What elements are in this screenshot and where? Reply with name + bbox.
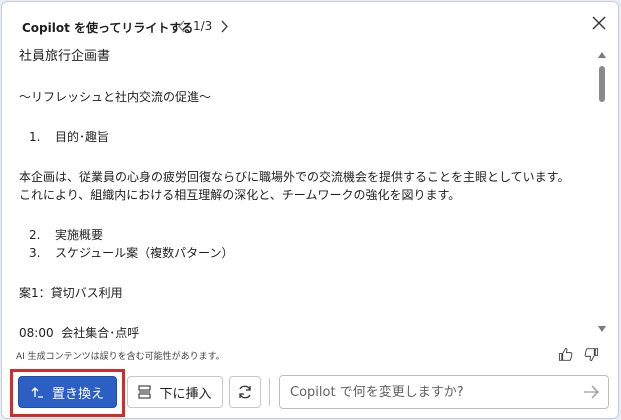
section-number: 1. (29, 130, 41, 144)
schedule-time: 08:00 (19, 326, 54, 339)
insert-below-icon (138, 385, 152, 399)
scroll-up-button[interactable] (597, 50, 607, 60)
section-label: スケジュール案（複数パターン） (55, 246, 234, 260)
panel-title: Copilot を使ってリライトする (22, 21, 194, 35)
send-arrow-icon (584, 385, 599, 399)
body-paragraph-line: 本企画は、従業員の心身の疲労回復ならびに職場外での交流機会を提供することを主眼と… (19, 170, 570, 184)
document-title: 社員旅行企画書 (19, 49, 111, 64)
toolbar-divider (269, 378, 270, 406)
caret-down-icon (598, 326, 606, 332)
prompt-box (279, 375, 609, 409)
suggestion-navigator: 1/3 (172, 15, 233, 37)
thumbs-up-icon (558, 347, 572, 361)
schedule-event: 会社集合･点呼 (61, 326, 140, 339)
prompt-input[interactable] (290, 376, 570, 408)
caret-up-icon (598, 52, 606, 58)
replace-button-label: 置き換え (51, 386, 104, 402)
rewrite-preview: 社員旅行企画書 〜リフレッシュと社内交流の促進〜 1. 目的･趣旨 本企画は、従… (19, 46, 589, 339)
next-suggestion-button[interactable] (215, 15, 233, 37)
section-number: 3. (29, 246, 41, 260)
section-label: 実施概要 (55, 228, 104, 242)
replace-button[interactable]: 置き換え (18, 376, 117, 408)
section-label: 目的･趣旨 (55, 130, 110, 144)
page-indicator: 1/3 (193, 19, 213, 33)
action-toolbar: 置き換え 下に挿入 (2, 368, 618, 418)
section-heading: 3. スケジュール案（複数パターン） (19, 244, 589, 262)
scroll-down-button[interactable] (597, 324, 607, 334)
thumbs-down-icon (584, 347, 598, 361)
section-heading: 2. 実施概要 (19, 226, 589, 244)
ai-disclaimer: AI 生成コンテンツは誤りを含む可能性があります。 (16, 352, 225, 362)
section-number: 2. (29, 228, 41, 242)
chevron-left-icon (177, 20, 185, 32)
schedule-line: 08:00 会社集合･点呼 (19, 324, 589, 339)
close-icon (592, 16, 606, 30)
body-paragraph-line: これにより、組織内における相互理解の深化と、チームワークの強化を図ります。 (19, 188, 461, 202)
previous-suggestion-button[interactable] (172, 15, 190, 37)
content-scrollbar[interactable] (596, 50, 608, 334)
section-heading: 1. 目的･趣旨 (19, 128, 589, 146)
replace-arrow-icon (31, 386, 43, 398)
plan-heading: 案1：貸切バス利用 (19, 286, 123, 300)
scroll-thumb[interactable] (599, 66, 605, 102)
chevron-right-icon (221, 20, 228, 32)
like-button[interactable] (556, 345, 574, 363)
insert-below-button[interactable]: 下に挿入 (127, 376, 223, 408)
document-subtitle: 〜リフレッシュと社内交流の促進〜 (19, 90, 212, 104)
dislike-button[interactable] (582, 345, 600, 363)
refresh-icon (239, 385, 251, 399)
send-button[interactable] (582, 383, 600, 401)
panel-header: Copilot を使ってリライトする 1/3 (2, 2, 618, 46)
feedback-buttons (556, 345, 600, 363)
insert-below-label: 下に挿入 (159, 386, 212, 402)
regenerate-button[interactable] (229, 376, 261, 408)
close-button[interactable] (588, 12, 610, 34)
copilot-rewrite-panel: Copilot を使ってリライトする 1/3 社員旅行企画書 〜リフレッシュと社… (1, 1, 619, 419)
